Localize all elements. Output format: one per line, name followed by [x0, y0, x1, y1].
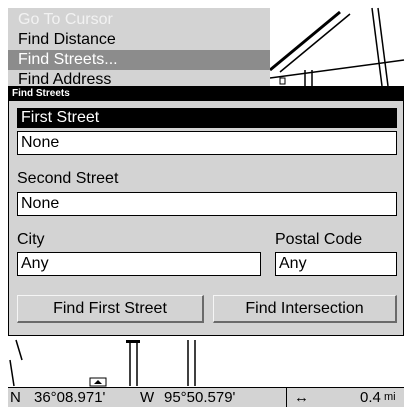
status-divider: [286, 388, 287, 407]
double-arrow-icon: ↔: [294, 389, 309, 406]
first-street-label: First Street: [17, 108, 397, 128]
postal-code-label: Postal Code: [275, 231, 363, 248]
menu-item-find-distance[interactable]: Find Distance: [8, 30, 270, 50]
longitude-value: 95°50.579': [164, 389, 236, 406]
distance-value: 0.4: [360, 389, 381, 406]
find-first-street-button[interactable]: Find First Street: [17, 295, 204, 323]
map-context-menu: Go To Cursor Find Distance Find Streets.…: [8, 8, 270, 86]
latitude-hemisphere: N: [10, 389, 21, 406]
find-streets-dialog: Find Streets First Street None Second St…: [8, 86, 404, 336]
second-street-label: Second Street: [17, 170, 119, 187]
menu-item-go-to-cursor[interactable]: Go To Cursor: [8, 10, 270, 30]
distance-unit: mi: [384, 391, 396, 403]
longitude-hemisphere: W: [140, 389, 155, 406]
city-label: City: [17, 231, 45, 248]
latitude-value: 36°08.971': [34, 389, 106, 406]
first-street-field[interactable]: None: [17, 131, 397, 155]
second-street-field[interactable]: None: [17, 192, 397, 216]
find-intersection-button[interactable]: Find Intersection: [213, 295, 397, 323]
city-field[interactable]: Any: [17, 252, 261, 276]
menu-item-find-address[interactable]: Find Address: [8, 70, 270, 86]
status-bar: N 36°08.971' W 95°50.579' ↔ 0.4 mi: [8, 387, 404, 407]
menu-item-find-streets[interactable]: Find Streets...: [8, 50, 270, 70]
dialog-title: Find Streets: [9, 87, 403, 101]
postal-code-field[interactable]: Any: [275, 252, 397, 276]
